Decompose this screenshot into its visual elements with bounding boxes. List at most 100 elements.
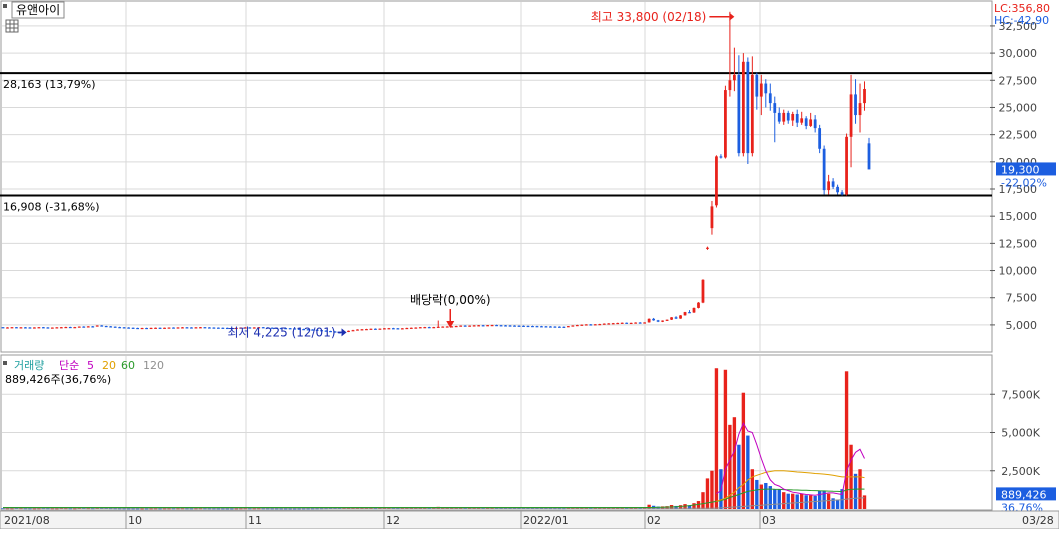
candle-body	[405, 327, 409, 330]
candle-body	[347, 330, 350, 332]
candle-body	[445, 326, 449, 328]
candle-body	[652, 318, 656, 321]
candle-body	[441, 326, 445, 328]
candle-body	[620, 322, 624, 324]
x-tick-label: 02	[647, 514, 661, 527]
candle-body	[728, 80, 732, 91]
candle-body	[64, 326, 68, 329]
price-tick-label: 25,000	[999, 101, 1038, 114]
candle-body	[575, 325, 579, 327]
volume-bar	[835, 499, 840, 509]
panel-marker-icon	[3, 4, 7, 8]
candle-body	[508, 325, 512, 327]
candle-body	[95, 325, 99, 327]
candle-body	[854, 94, 857, 116]
candle-body	[715, 156, 718, 206]
candle-body	[670, 317, 673, 320]
volume-bar	[853, 473, 858, 509]
candle-body	[140, 327, 144, 330]
candle-body	[131, 327, 135, 329]
x-tick-label: 03	[762, 514, 776, 527]
candle-body	[710, 206, 714, 229]
candle-body	[566, 326, 570, 328]
candle-body	[759, 83, 763, 97]
volume-bar	[723, 369, 728, 509]
volume-bar	[791, 493, 795, 509]
candle-body	[396, 328, 400, 330]
volume-bar	[737, 444, 741, 509]
volume-panel-marker-icon	[3, 361, 7, 365]
candle-body	[697, 302, 700, 308]
candle-body	[553, 326, 557, 328]
x-tick-label: 2021/08	[4, 514, 50, 527]
candle-body	[190, 327, 193, 329]
candle-body	[535, 326, 539, 328]
candle-body	[634, 322, 638, 324]
candle-body	[490, 325, 494, 327]
chart-canvas[interactable]: 28,163 (13,79%) 16,908 (-31,68%) 최고 33,80…	[0, 0, 1059, 530]
x-tick-label: 12	[386, 514, 400, 527]
candle-body	[629, 322, 633, 325]
candle-body	[804, 118, 808, 126]
volume-bar	[786, 493, 790, 509]
candle-body	[513, 325, 516, 327]
candle-body	[154, 327, 157, 329]
candle-body	[163, 327, 166, 329]
candle-body	[625, 322, 629, 324]
candle-body	[486, 325, 489, 327]
candle-body	[472, 325, 476, 327]
candle-body	[638, 322, 642, 324]
candle-body	[549, 326, 552, 328]
volume-tick-label: 5,000K	[1001, 427, 1040, 440]
candle-body	[611, 323, 615, 325]
candle-body	[706, 247, 709, 249]
candle-body	[688, 312, 691, 314]
candle-body	[477, 325, 481, 327]
candle-body	[665, 319, 669, 321]
candle-body	[172, 327, 175, 329]
candle-body	[598, 324, 602, 326]
candle-body	[643, 322, 647, 324]
candle-body	[495, 325, 498, 327]
volume-tick-label: 7,500K	[1001, 388, 1040, 401]
candle-body	[867, 143, 871, 170]
candle-body	[221, 327, 225, 329]
volume-bar	[755, 479, 759, 509]
candle-body	[526, 325, 530, 328]
candle-body	[831, 181, 835, 187]
candle-body	[822, 148, 826, 191]
candle-body	[100, 325, 104, 327]
candle-body	[791, 113, 795, 121]
candle-body	[185, 327, 189, 329]
candle-body	[181, 327, 184, 329]
candle-body	[773, 103, 777, 113]
candle-body	[68, 326, 72, 329]
candle-body	[459, 325, 463, 327]
candle-body	[724, 90, 727, 158]
volume-bar	[701, 492, 705, 509]
candle-body	[400, 328, 404, 330]
candle-body	[755, 74, 759, 97]
candle-body	[540, 326, 543, 328]
candle-body	[118, 327, 122, 329]
x-tick-label: 10	[128, 514, 142, 527]
candle-body	[369, 328, 373, 330]
candle-body	[194, 327, 198, 329]
min-price-label: 최저 4,225 (12/01)	[228, 325, 336, 339]
candle-body	[558, 326, 561, 328]
candle-body	[6, 327, 9, 329]
legend-volume: 거래량	[14, 359, 44, 372]
candle-body	[436, 326, 440, 328]
candle-body	[517, 325, 521, 327]
candle-body	[679, 315, 682, 319]
candle-body	[145, 327, 148, 330]
volume-bar	[777, 489, 781, 509]
candle-body	[378, 328, 382, 330]
volume-bar	[813, 495, 817, 509]
volume-bar	[773, 489, 777, 509]
legend-ma20: 20	[102, 359, 116, 372]
table-icon[interactable]	[5, 19, 19, 33]
candle-body	[468, 325, 472, 327]
candle-body	[387, 328, 391, 330]
candle-body	[15, 327, 18, 329]
